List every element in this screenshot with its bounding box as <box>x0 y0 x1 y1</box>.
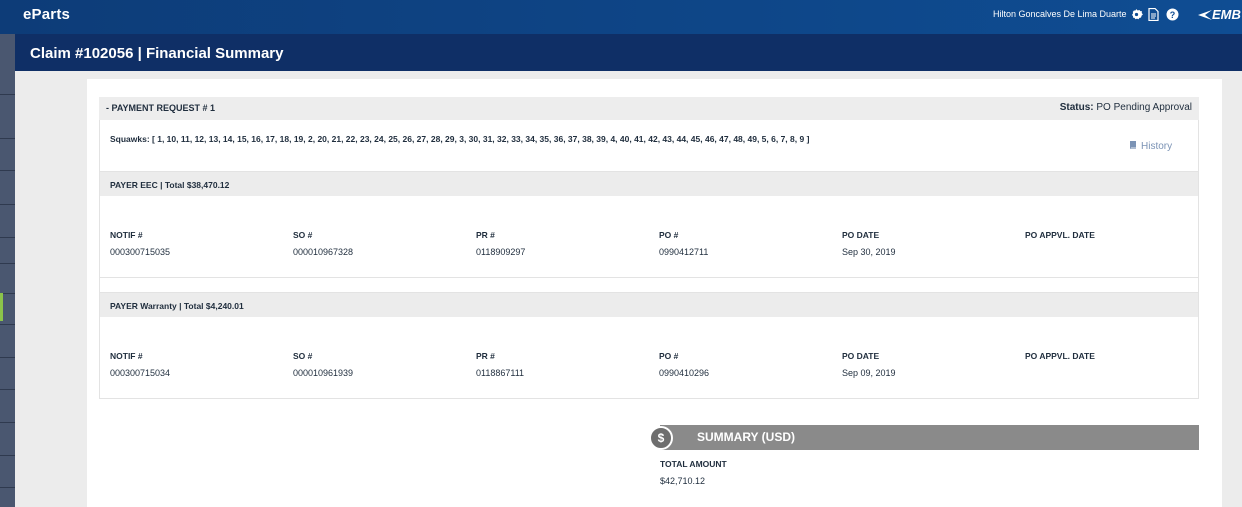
pr-value: 0118909297 <box>476 247 526 257</box>
payer-title: PAYER Warranty | Total $4,240.01 <box>110 301 244 311</box>
po-value: 0990412711 <box>659 247 709 257</box>
po-column: PO # 0990410296 <box>659 351 709 378</box>
status-label: Status: <box>1059 102 1094 113</box>
po-approval-date-label: PO APPVL. DATE <box>1025 351 1095 361</box>
app-brand[interactable]: eParts <box>23 6 70 23</box>
po-date-label: PO DATE <box>842 351 880 361</box>
squawks-list: Squawks: [ 1, 10, 11, 12, 13, 14, 15, 16… <box>110 134 810 144</box>
po-date-label: PO DATE <box>842 230 880 240</box>
logo-mark-icon <box>1198 10 1212 20</box>
po-approval-date-label: PO APPVL. DATE <box>1025 230 1095 240</box>
help-icon[interactable]: ? <box>1166 8 1179 22</box>
po-value: 0990410296 <box>659 368 710 378</box>
notif-label: NOTIF # <box>110 230 143 240</box>
rail-divider <box>0 487 15 488</box>
summary-title: SUMMARY (USD) <box>697 430 795 444</box>
po-approval-date-column: PO APPVL. DATE <box>1025 351 1095 368</box>
rail-divider <box>0 455 15 456</box>
payment-request-title[interactable]: - PAYMENT REQUEST # 1 <box>106 103 215 113</box>
user-name[interactable]: Hilton Goncalves De Lima Duarte <box>993 9 1127 19</box>
notif-value: 000300715035 <box>110 247 171 257</box>
po-label: PO # <box>659 351 679 361</box>
so-label: SO # <box>293 351 313 361</box>
rail-divider <box>0 138 15 139</box>
rail-divider <box>0 170 15 171</box>
rail-divider <box>0 204 15 205</box>
payer-header: PAYER EEC | Total $38,470.12 <box>100 172 1198 196</box>
po-column: PO # 0990412711 <box>659 230 708 257</box>
left-rail <box>0 34 15 507</box>
po-date-value: Sep 30, 2019 <box>842 247 896 257</box>
payer-section: PAYER EEC | Total $38,470.12 NOTIF # 000… <box>99 171 1199 278</box>
rail-divider <box>0 389 15 390</box>
total-amount-label: TOTAL AMOUNT <box>660 459 727 469</box>
summary-header: SUMMARY (USD) <box>660 425 1199 450</box>
pr-column: PR # 0118867111 <box>476 351 524 378</box>
so-value: 000010967328 <box>293 247 354 257</box>
po-date-column: PO DATE Sep 09, 2019 <box>842 351 896 378</box>
so-value: 000010961939 <box>293 368 354 378</box>
rail-divider <box>0 357 15 358</box>
rail-divider <box>0 94 15 95</box>
history-label[interactable]: History <box>1141 141 1172 152</box>
so-label: SO # <box>293 230 313 240</box>
so-column: SO # 000010967328 <box>293 230 353 257</box>
svg-text:?: ? <box>1170 10 1176 20</box>
rail-divider <box>0 422 15 423</box>
history-link[interactable]: History <box>1129 140 1172 152</box>
dollar-icon: $ <box>649 426 673 450</box>
notif-column: NOTIF # 000300715034 <box>110 351 170 378</box>
so-column: SO # 000010961939 <box>293 351 353 378</box>
gear-icon[interactable] <box>1130 8 1143 22</box>
book-icon <box>1130 141 1136 149</box>
notif-value: 000300715034 <box>110 368 171 378</box>
po-date-value: Sep 09, 2019 <box>842 368 896 378</box>
rail-divider <box>0 237 15 238</box>
payment-request-status: Status: PO Pending Approval <box>1060 102 1192 113</box>
payer-title: PAYER EEC | Total $38,470.12 <box>110 180 230 190</box>
po-approval-date-column: PO APPVL. DATE <box>1025 230 1095 247</box>
notif-label: NOTIF # <box>110 351 143 361</box>
page-title: Claim #102056 | Financial Summary <box>30 45 284 62</box>
po-date-column: PO DATE Sep 30, 2019 <box>842 230 896 257</box>
company-logo: EMB <box>1198 7 1241 22</box>
payer-header: PAYER Warranty | Total $4,240.01 <box>100 293 1198 317</box>
pr-label: PR # <box>476 230 495 240</box>
page-title-bar: Claim #102056 | Financial Summary <box>15 34 1242 71</box>
rail-divider <box>0 324 15 325</box>
total-amount-value: $42,710.12 <box>660 476 706 486</box>
pr-column: PR # 0118909297 <box>476 230 525 257</box>
payer-section: PAYER Warranty | Total $4,240.01 NOTIF #… <box>99 292 1199 399</box>
payment-request-header[interactable]: - PAYMENT REQUEST # 1 Status: PO Pending… <box>99 97 1199 120</box>
pr-label: PR # <box>476 351 495 361</box>
po-label: PO # <box>659 230 679 240</box>
rail-active-indicator[interactable] <box>0 293 3 321</box>
logo-text: EMB <box>1212 7 1241 22</box>
top-bar: eParts Hilton Goncalves De Lima Duarte ?… <box>0 0 1242 34</box>
pr-value: 0118867111 <box>476 368 525 378</box>
status-value: PO Pending Approval <box>1096 102 1192 113</box>
notif-column: NOTIF # 000300715035 <box>110 230 170 257</box>
rail-divider <box>0 263 15 264</box>
document-icon[interactable] <box>1148 7 1161 22</box>
